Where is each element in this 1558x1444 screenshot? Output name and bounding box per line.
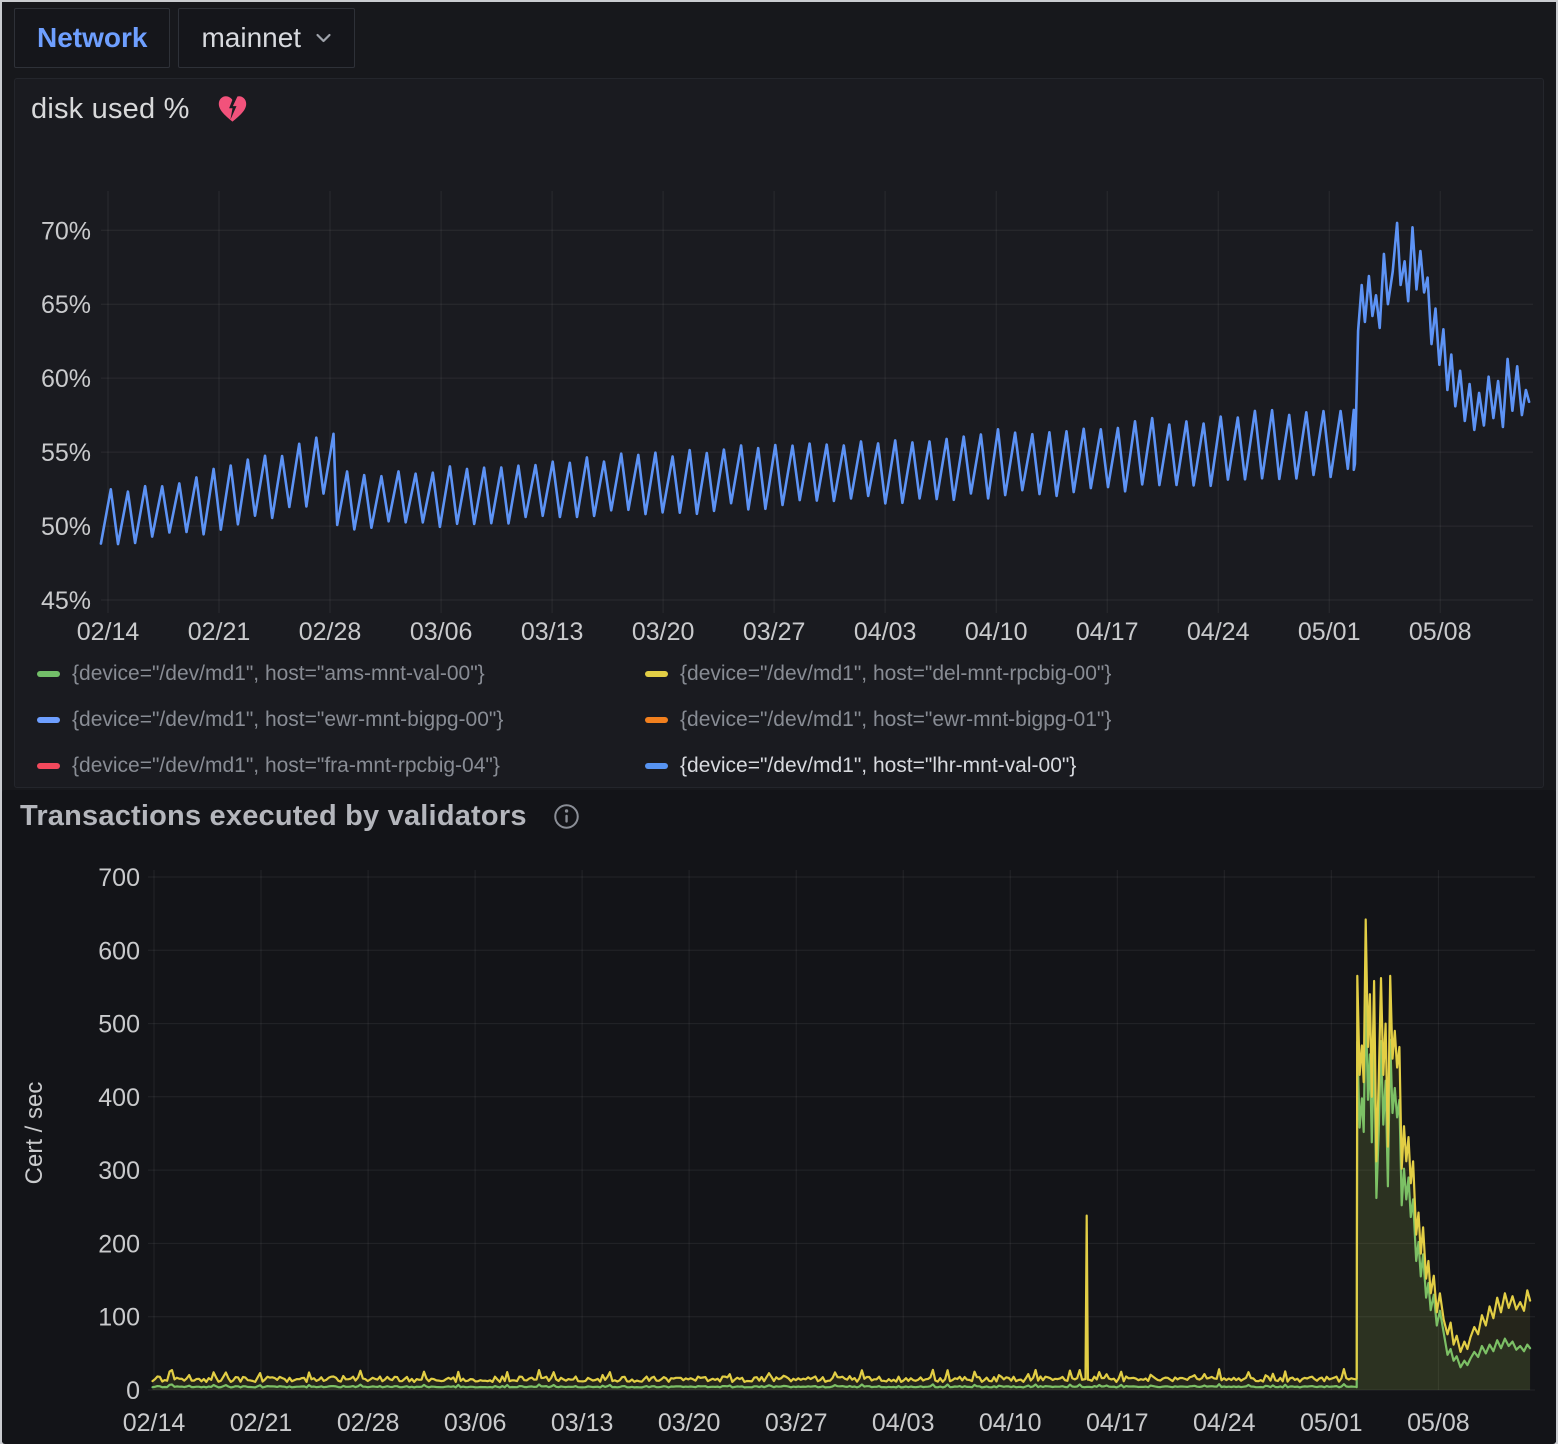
svg-text:05/01: 05/01 — [1300, 1409, 1363, 1437]
svg-text:05/08: 05/08 — [1407, 1409, 1470, 1437]
disk-panel-header: disk used % — [31, 93, 249, 126]
disk-used-panel: disk used % 02/14 02/21 02/28 03/06 03/13 03/… — [14, 78, 1544, 788]
svg-text:02/14: 02/14 — [123, 1409, 186, 1437]
svg-text:60%: 60% — [41, 365, 91, 393]
dashboard-variable-bar: Network mainnet — [14, 8, 355, 68]
chevron-down-icon — [315, 32, 332, 44]
svg-text:05/08: 05/08 — [1409, 618, 1472, 646]
series-color-swatch — [37, 763, 60, 769]
y-axis-title: Cert / sec — [21, 1082, 48, 1185]
legend-item-ewr-mnt-bigpg-00[interactable]: {device="/dev/md1", host="ewr-mnt-bigpg-… — [37, 703, 645, 736]
legend-label: {device="/dev/md1", host="fra-mnt-rpcbig… — [72, 754, 500, 778]
svg-text:55%: 55% — [41, 439, 91, 467]
svg-text:400: 400 — [98, 1084, 140, 1112]
svg-text:05/01: 05/01 — [1298, 618, 1361, 646]
y-axis: 0 100 200 300 400 500 600 700 — [2, 790, 1535, 1405]
svg-text:02/14: 02/14 — [77, 618, 140, 646]
info-icon[interactable] — [553, 803, 580, 830]
legend-label: {device="/dev/md1", host="ewr-mnt-bigpg-… — [72, 708, 503, 732]
svg-text:03/27: 03/27 — [765, 1409, 828, 1437]
network-variable-value: mainnet — [201, 22, 301, 54]
network-variable-select[interactable]: mainnet — [201, 22, 332, 54]
legend-item-ewr-mnt-bigpg-01[interactable]: {device="/dev/md1", host="ewr-mnt-bigpg-… — [645, 703, 1517, 736]
svg-text:02/28: 02/28 — [299, 618, 362, 646]
svg-text:03/06: 03/06 — [444, 1409, 507, 1437]
svg-text:02/21: 02/21 — [188, 618, 251, 646]
disk-panel-title[interactable]: disk used % — [31, 93, 190, 126]
svg-text:03/27: 03/27 — [743, 618, 806, 646]
transactions-chart[interactable]: 02/14 02/21 02/28 03/06 03/13 03/20 03/27 04/03… — [2, 790, 1556, 1444]
svg-text:03/06: 03/06 — [410, 618, 473, 646]
svg-text:65%: 65% — [41, 291, 91, 319]
legend-label: {device="/dev/md1", host="lhr-mnt-val-00… — [680, 754, 1076, 778]
series-color-swatch — [645, 671, 668, 677]
tx-panel-header: Transactions executed by validators — [20, 800, 580, 833]
svg-text:04/17: 04/17 — [1076, 618, 1139, 646]
svg-text:04/24: 04/24 — [1187, 618, 1250, 646]
legend-item-lhr-mnt-val-00[interactable]: {device="/dev/md1", host="lhr-mnt-val-00… — [645, 749, 1517, 782]
svg-text:600: 600 — [98, 937, 140, 965]
svg-text:70%: 70% — [41, 217, 91, 245]
svg-text:03/20: 03/20 — [658, 1409, 721, 1437]
svg-text:04/03: 04/03 — [872, 1409, 935, 1437]
svg-text:04/24: 04/24 — [1193, 1409, 1256, 1437]
legend-item-ams-mnt-val-00[interactable]: {device="/dev/md1", host="ams-mnt-val-00… — [37, 657, 645, 690]
svg-text:02/21: 02/21 — [230, 1409, 293, 1437]
svg-text:500: 500 — [98, 1011, 140, 1039]
series-color-swatch — [37, 671, 60, 677]
svg-text:100: 100 — [98, 1304, 140, 1332]
x-axis: 02/14 02/21 02/28 03/06 03/13 03/20 03/27 04/03… — [123, 870, 1470, 1437]
svg-text:50%: 50% — [41, 513, 91, 541]
legend-label: {device="/dev/md1", host="ams-mnt-val-00… — [72, 662, 485, 686]
tx-panel-title[interactable]: Transactions executed by validators — [20, 800, 527, 833]
legend-label: {device="/dev/md1", host="del-mnt-rpcbig… — [680, 662, 1111, 686]
disk-chart-legend: {device="/dev/md1", host="ams-mnt-val-00… — [37, 657, 1517, 782]
svg-text:300: 300 — [98, 1157, 140, 1185]
svg-text:04/17: 04/17 — [1086, 1409, 1149, 1437]
svg-text:200: 200 — [98, 1230, 140, 1258]
grafana-dashboard: { "header": { "network_label": "Network"… — [0, 0, 1558, 1444]
svg-text:04/03: 04/03 — [854, 618, 917, 646]
svg-text:04/10: 04/10 — [965, 618, 1028, 646]
svg-text:0: 0 — [126, 1377, 140, 1405]
svg-text:04/10: 04/10 — [979, 1409, 1042, 1437]
svg-text:700: 700 — [98, 864, 140, 892]
svg-text:45%: 45% — [41, 587, 91, 615]
transactions-panel: Transactions executed by validators 02/1… — [2, 790, 1556, 1444]
series-color-swatch — [645, 763, 668, 769]
alert-broken-heart-icon[interactable] — [216, 94, 249, 125]
svg-text:02/28: 02/28 — [337, 1409, 400, 1437]
legend-item-del-mnt-rpcbig-00[interactable]: {device="/dev/md1", host="del-mnt-rpcbig… — [645, 657, 1517, 690]
x-axis: 02/14 02/21 02/28 03/06 03/13 03/20 03/27 04/03… — [77, 191, 1472, 646]
series-color-swatch — [37, 717, 60, 723]
svg-text:03/13: 03/13 — [551, 1409, 614, 1437]
network-variable-select-box[interactable]: mainnet — [178, 8, 355, 68]
network-variable-label-box: Network — [14, 8, 170, 68]
network-variable-label: Network — [37, 22, 147, 54]
legend-label: {device="/dev/md1", host="ewr-mnt-bigpg-… — [680, 708, 1111, 732]
legend-item-fra-mnt-rpcbig-04[interactable]: {device="/dev/md1", host="fra-mnt-rpcbig… — [37, 749, 645, 782]
svg-text:03/20: 03/20 — [632, 618, 695, 646]
series-color-swatch — [645, 717, 668, 723]
svg-text:03/13: 03/13 — [521, 618, 584, 646]
